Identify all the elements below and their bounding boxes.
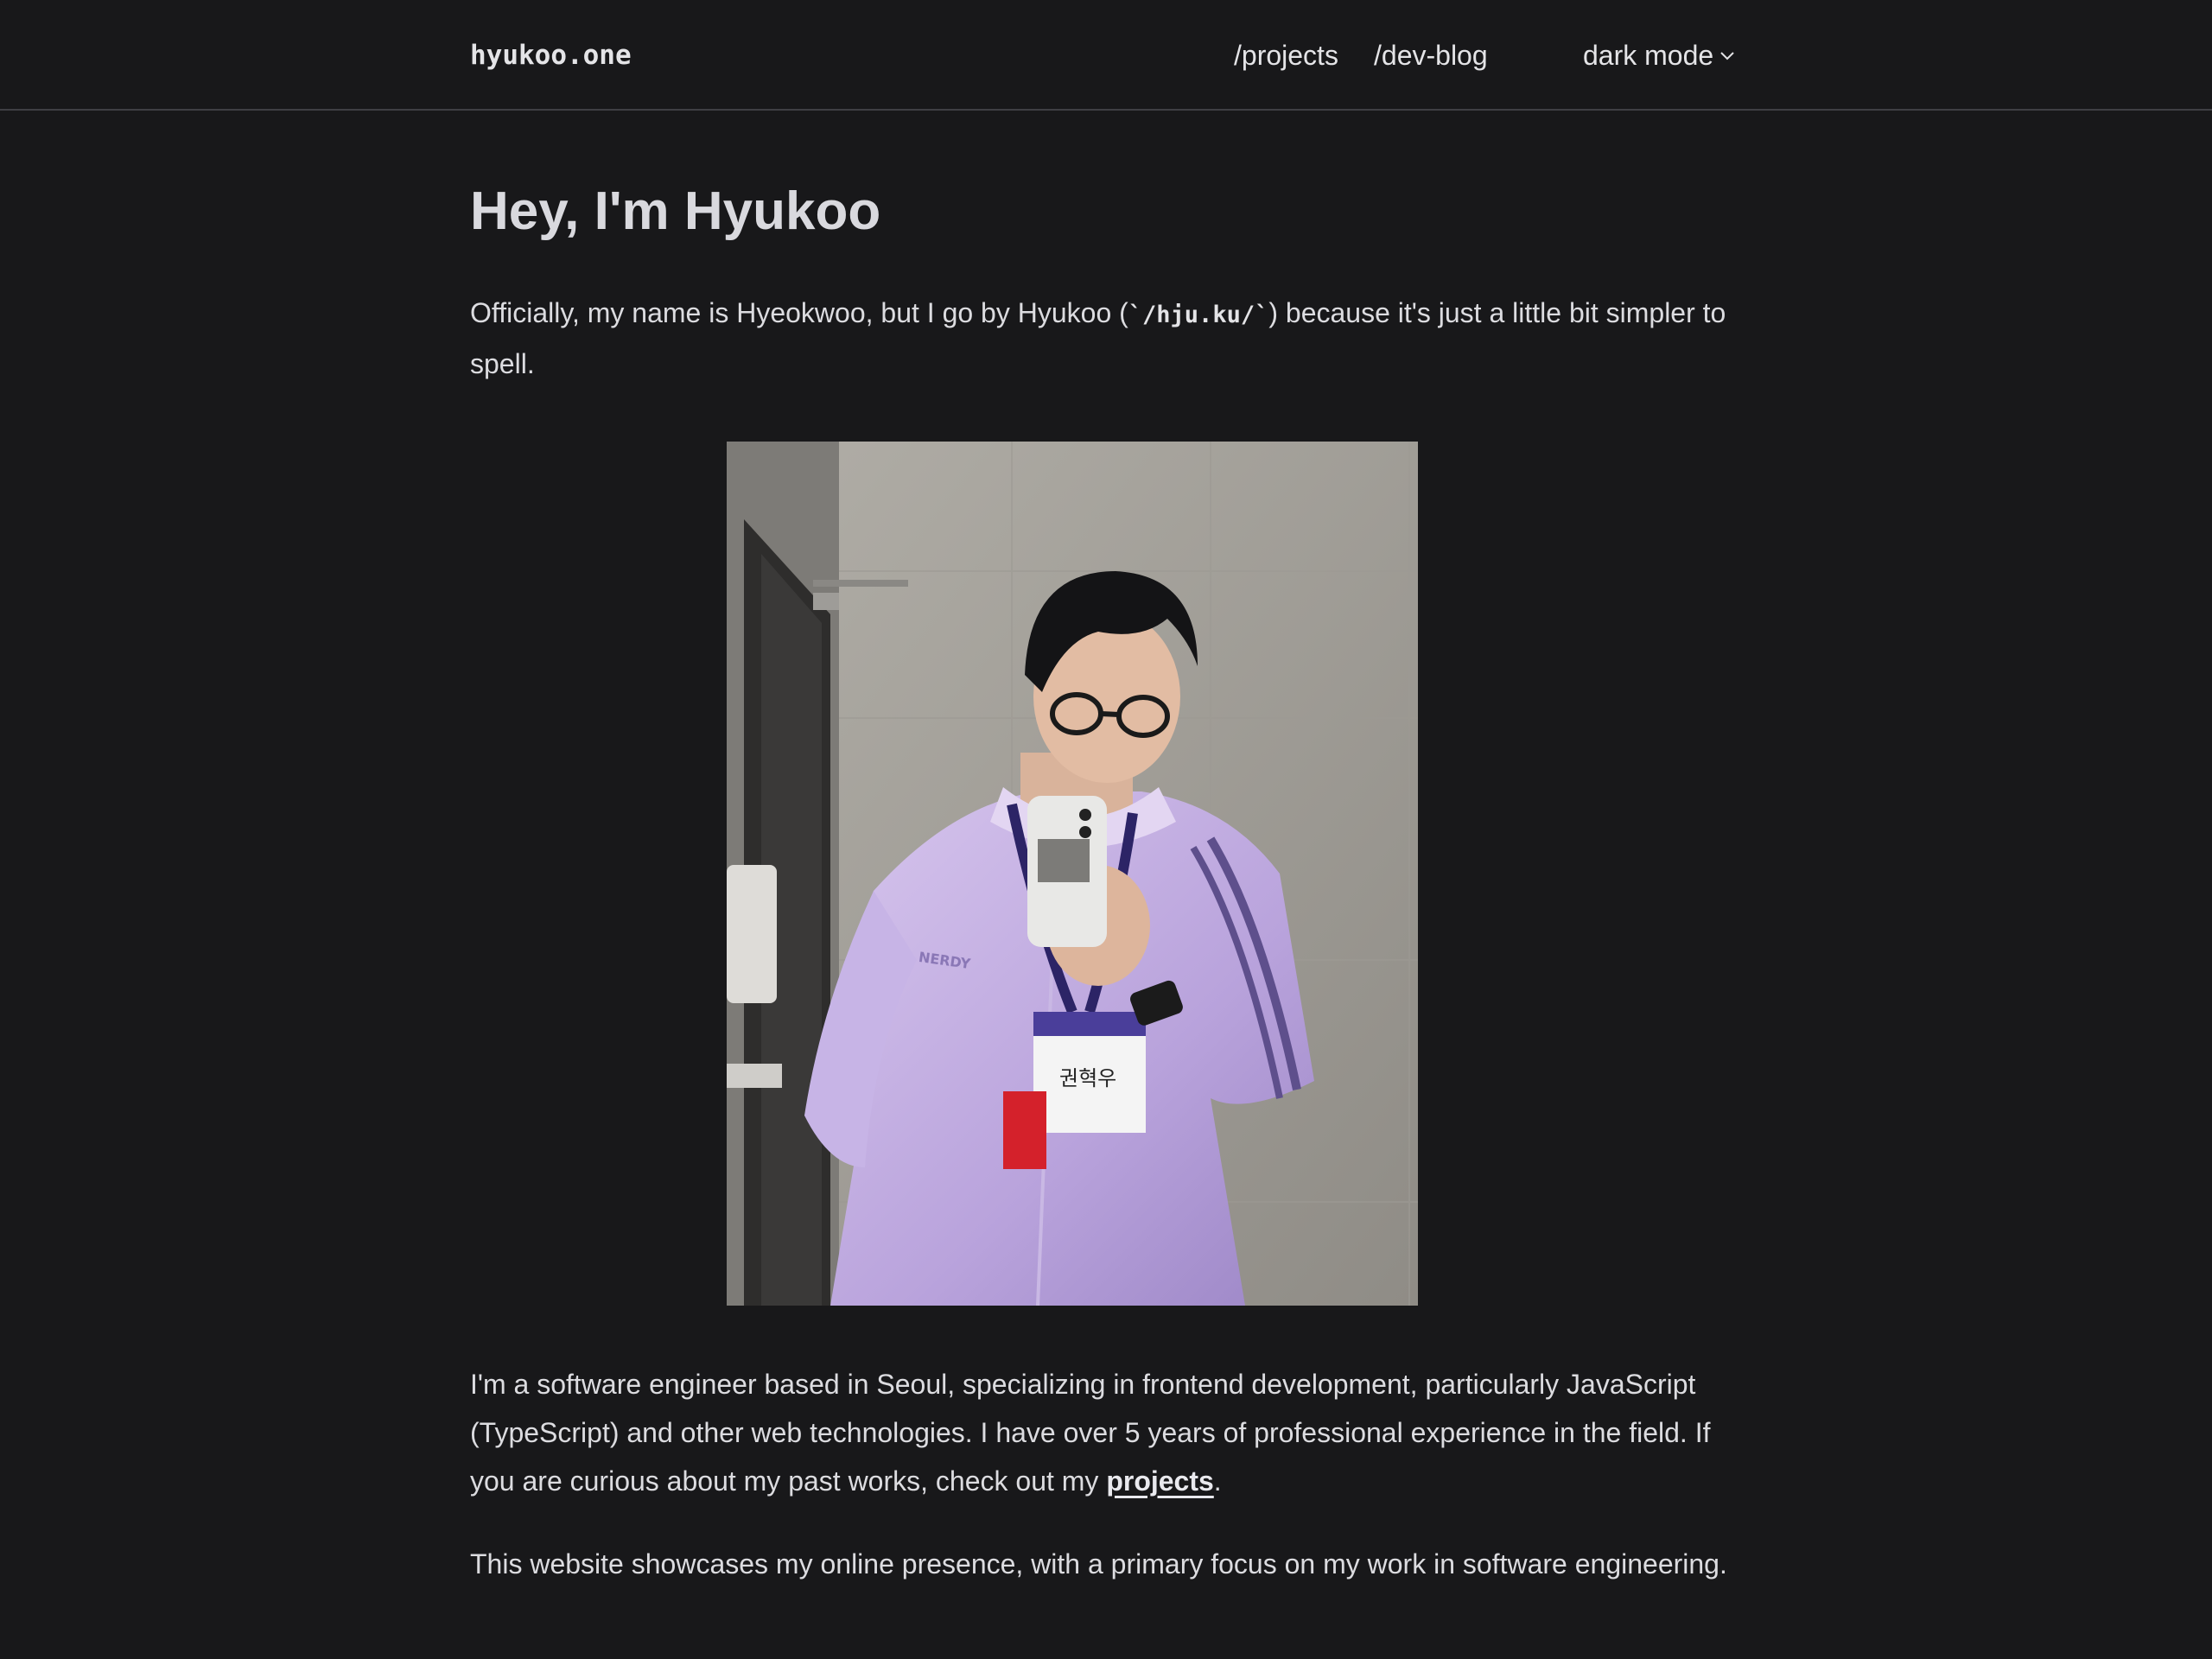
nav-projects-link[interactable]: /projects [1234, 38, 1338, 73]
about-text-end: . [1213, 1465, 1222, 1497]
intro-paragraph: Officially, my name is Hyeokwoo, but I g… [470, 289, 1749, 388]
site-logo-link[interactable]: hyukoo.one [470, 38, 632, 73]
chevron-down-icon [1720, 52, 1734, 60]
profile-photo-illustration: 권혁우 NERDY [727, 442, 1418, 1306]
projects-inline-link[interactable]: projects [1106, 1465, 1213, 1497]
pronunciation-code: `/hju.ku/` [1128, 302, 1269, 328]
about-text: I'm a software engineer based in Seoul, … [470, 1369, 1711, 1497]
page-title: Hey, I'm Hyukoo [470, 181, 881, 241]
nav-dev-blog-link[interactable]: /dev-blog [1374, 38, 1488, 73]
theme-toggle-dropdown[interactable]: dark mode [1583, 38, 1736, 73]
intro-text-start: Officially, my name is Hyeokwoo, but I g… [470, 297, 1128, 328]
badge-name-text: 권혁우 [1059, 1066, 1116, 1090]
main-content: Hey, I'm Hyukoo Officially, my name is H… [470, 173, 1749, 1580]
profile-photo: 권혁우 NERDY [727, 442, 1418, 1306]
theme-toggle-label: dark mode [1583, 40, 1714, 71]
site-description-paragraph: This website showcases my online presenc… [470, 1548, 1727, 1580]
site-header: hyukoo.one /projects /dev-blog dark mode [0, 0, 2212, 111]
about-paragraph: I'm a software engineer based in Seoul, … [470, 1360, 1749, 1505]
